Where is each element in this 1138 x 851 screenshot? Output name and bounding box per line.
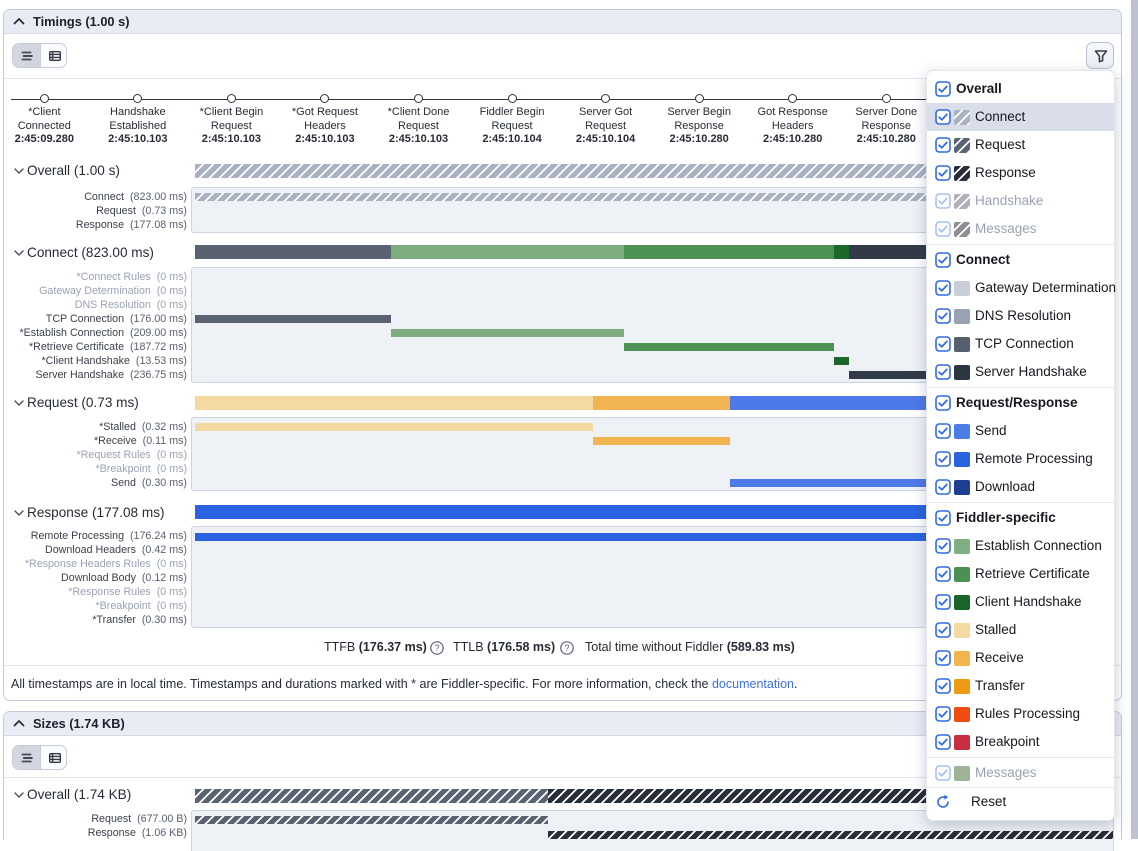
svg-text:?: ?	[564, 643, 569, 653]
svg-text:?: ?	[434, 643, 439, 653]
